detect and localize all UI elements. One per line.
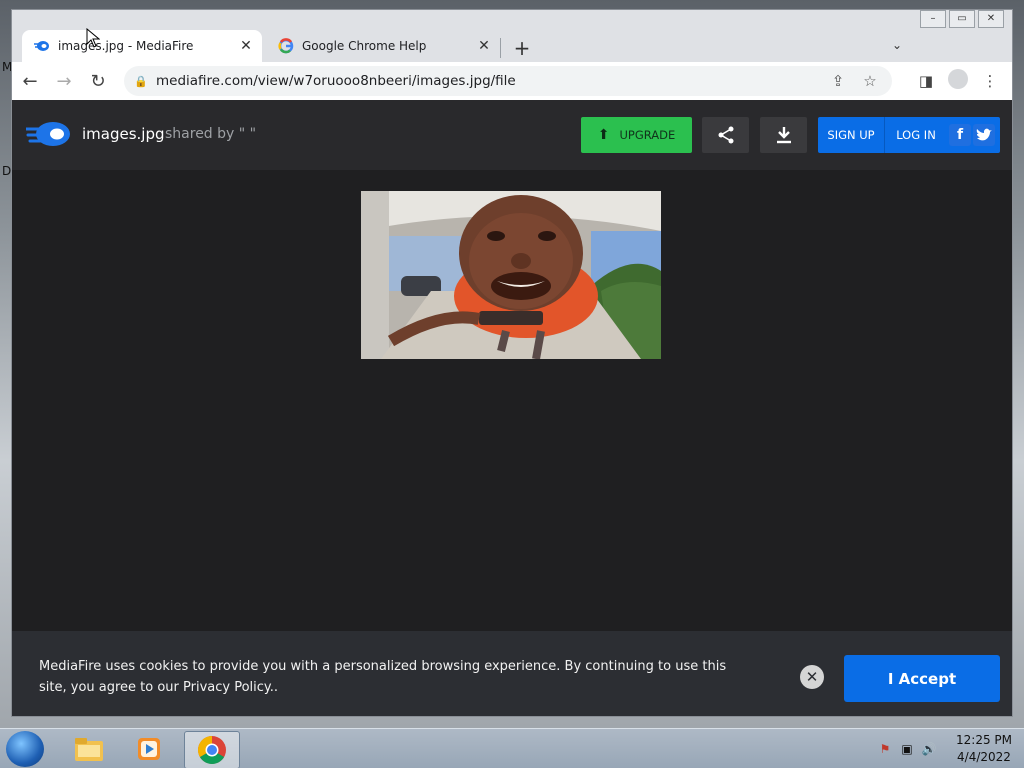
bookmark-star-icon[interactable]: ☆ xyxy=(854,72,886,90)
tab-chrome-help[interactable]: Google Chrome Help ✕ xyxy=(266,30,500,62)
download-button[interactable] xyxy=(760,117,807,153)
shared-by-text: shared by " " xyxy=(165,126,257,142)
accept-cookies-button[interactable]: I Accept xyxy=(844,655,1000,702)
taskbar-explorer[interactable] xyxy=(62,731,116,767)
taskbar-chrome[interactable] xyxy=(184,731,240,768)
log-in-button[interactable]: LOG IN xyxy=(885,128,947,142)
network-icon[interactable]: ▣ xyxy=(896,742,918,756)
tab-title: Google Chrome Help xyxy=(302,39,427,53)
desktop-edge-letter: M xyxy=(2,60,13,74)
clock-time: 12:25 PM xyxy=(956,733,1012,747)
tab-search-button[interactable]: ⌄ xyxy=(892,38,902,52)
mouse-cursor-icon xyxy=(86,28,100,48)
windows-taskbar: ⚑ ▣ 🔊 12:25 PM 4/4/2022 xyxy=(0,728,1024,768)
new-tab-button[interactable]: + xyxy=(510,36,534,60)
reload-button[interactable]: ↻ xyxy=(82,65,114,97)
chrome-window: – ▭ ✕ images.jpg - MediaFire ✕ Google Ch… xyxy=(12,10,1012,716)
twitter-icon[interactable] xyxy=(973,124,995,146)
file-name: images.jpg xyxy=(82,125,165,143)
mediafire-icon xyxy=(34,41,49,51)
media-player-icon xyxy=(138,738,160,760)
upgrade-label: UPGRADE xyxy=(619,128,676,142)
forward-button[interactable]: → xyxy=(48,65,80,97)
tab-mediafire[interactable]: images.jpg - MediaFire ✕ xyxy=(22,30,262,62)
auth-bar: SIGN UP LOG IN f xyxy=(818,117,1000,153)
close-tab-icon[interactable]: ✕ xyxy=(236,38,256,54)
image-preview[interactable] xyxy=(361,191,661,359)
mediafire-logo-icon[interactable] xyxy=(26,120,72,148)
cookie-message: MediaFire uses cookies to provide you wi… xyxy=(39,659,727,695)
system-tray: ⚑ ▣ 🔊 12:25 PM 4/4/2022 xyxy=(874,729,1012,768)
social-login: f xyxy=(949,124,995,146)
share-icon xyxy=(718,126,733,144)
chrome-menu-icon[interactable]: ⋮ xyxy=(974,72,1006,90)
action-center-flag-icon[interactable]: ⚑ xyxy=(874,742,896,756)
facebook-icon[interactable]: f xyxy=(949,124,971,146)
close-tab-icon[interactable]: ✕ xyxy=(474,38,494,54)
tab-strip: images.jpg - MediaFire ✕ Google Chrome H… xyxy=(12,24,1012,62)
start-button[interactable] xyxy=(6,731,44,767)
close-cookie-icon[interactable]: ✕ xyxy=(800,665,824,689)
share-file-button[interactable] xyxy=(702,117,749,153)
lock-icon[interactable]: 🔒 xyxy=(134,75,148,88)
desktop-edge-letter: D xyxy=(2,164,12,178)
google-icon xyxy=(278,38,294,54)
browser-toolbar: ← → ↻ 🔒 mediafire.com/view/w7oruooo8nbee… xyxy=(12,62,1012,100)
page-content: images.jpg shared by " " ⬆ UPGRADE SIGN xyxy=(12,100,1012,716)
profile-avatar-icon[interactable] xyxy=(942,69,974,93)
upgrade-icon: ⬆ xyxy=(597,127,610,143)
sign-up-button[interactable]: SIGN UP xyxy=(818,128,884,142)
volume-icon[interactable]: 🔊 xyxy=(918,742,940,756)
back-button[interactable]: ← xyxy=(14,65,46,97)
clock-date: 4/4/2022 xyxy=(957,750,1011,764)
side-panel-icon[interactable]: ◨ xyxy=(910,72,942,90)
chrome-icon xyxy=(198,736,226,764)
download-icon xyxy=(776,127,791,144)
taskbar-media-player[interactable] xyxy=(122,731,176,767)
cookie-banner: MediaFire uses cookies to provide you wi… xyxy=(12,631,1012,716)
tab-divider xyxy=(500,38,501,58)
explorer-icon xyxy=(75,738,103,761)
share-icon[interactable]: ⇪ xyxy=(822,72,854,90)
mediafire-header: images.jpg shared by " " ⬆ UPGRADE SIGN xyxy=(12,100,1012,170)
clock[interactable]: 12:25 PM 4/4/2022 xyxy=(956,732,1012,766)
tab-title: images.jpg - MediaFire xyxy=(58,39,194,53)
address-bar[interactable]: 🔒 mediafire.com/view/w7oruooo8nbeeri/ima… xyxy=(124,66,892,96)
upgrade-button[interactable]: ⬆ UPGRADE xyxy=(581,117,692,153)
url-text[interactable]: mediafire.com/view/w7oruooo8nbeeri/image… xyxy=(156,73,516,89)
